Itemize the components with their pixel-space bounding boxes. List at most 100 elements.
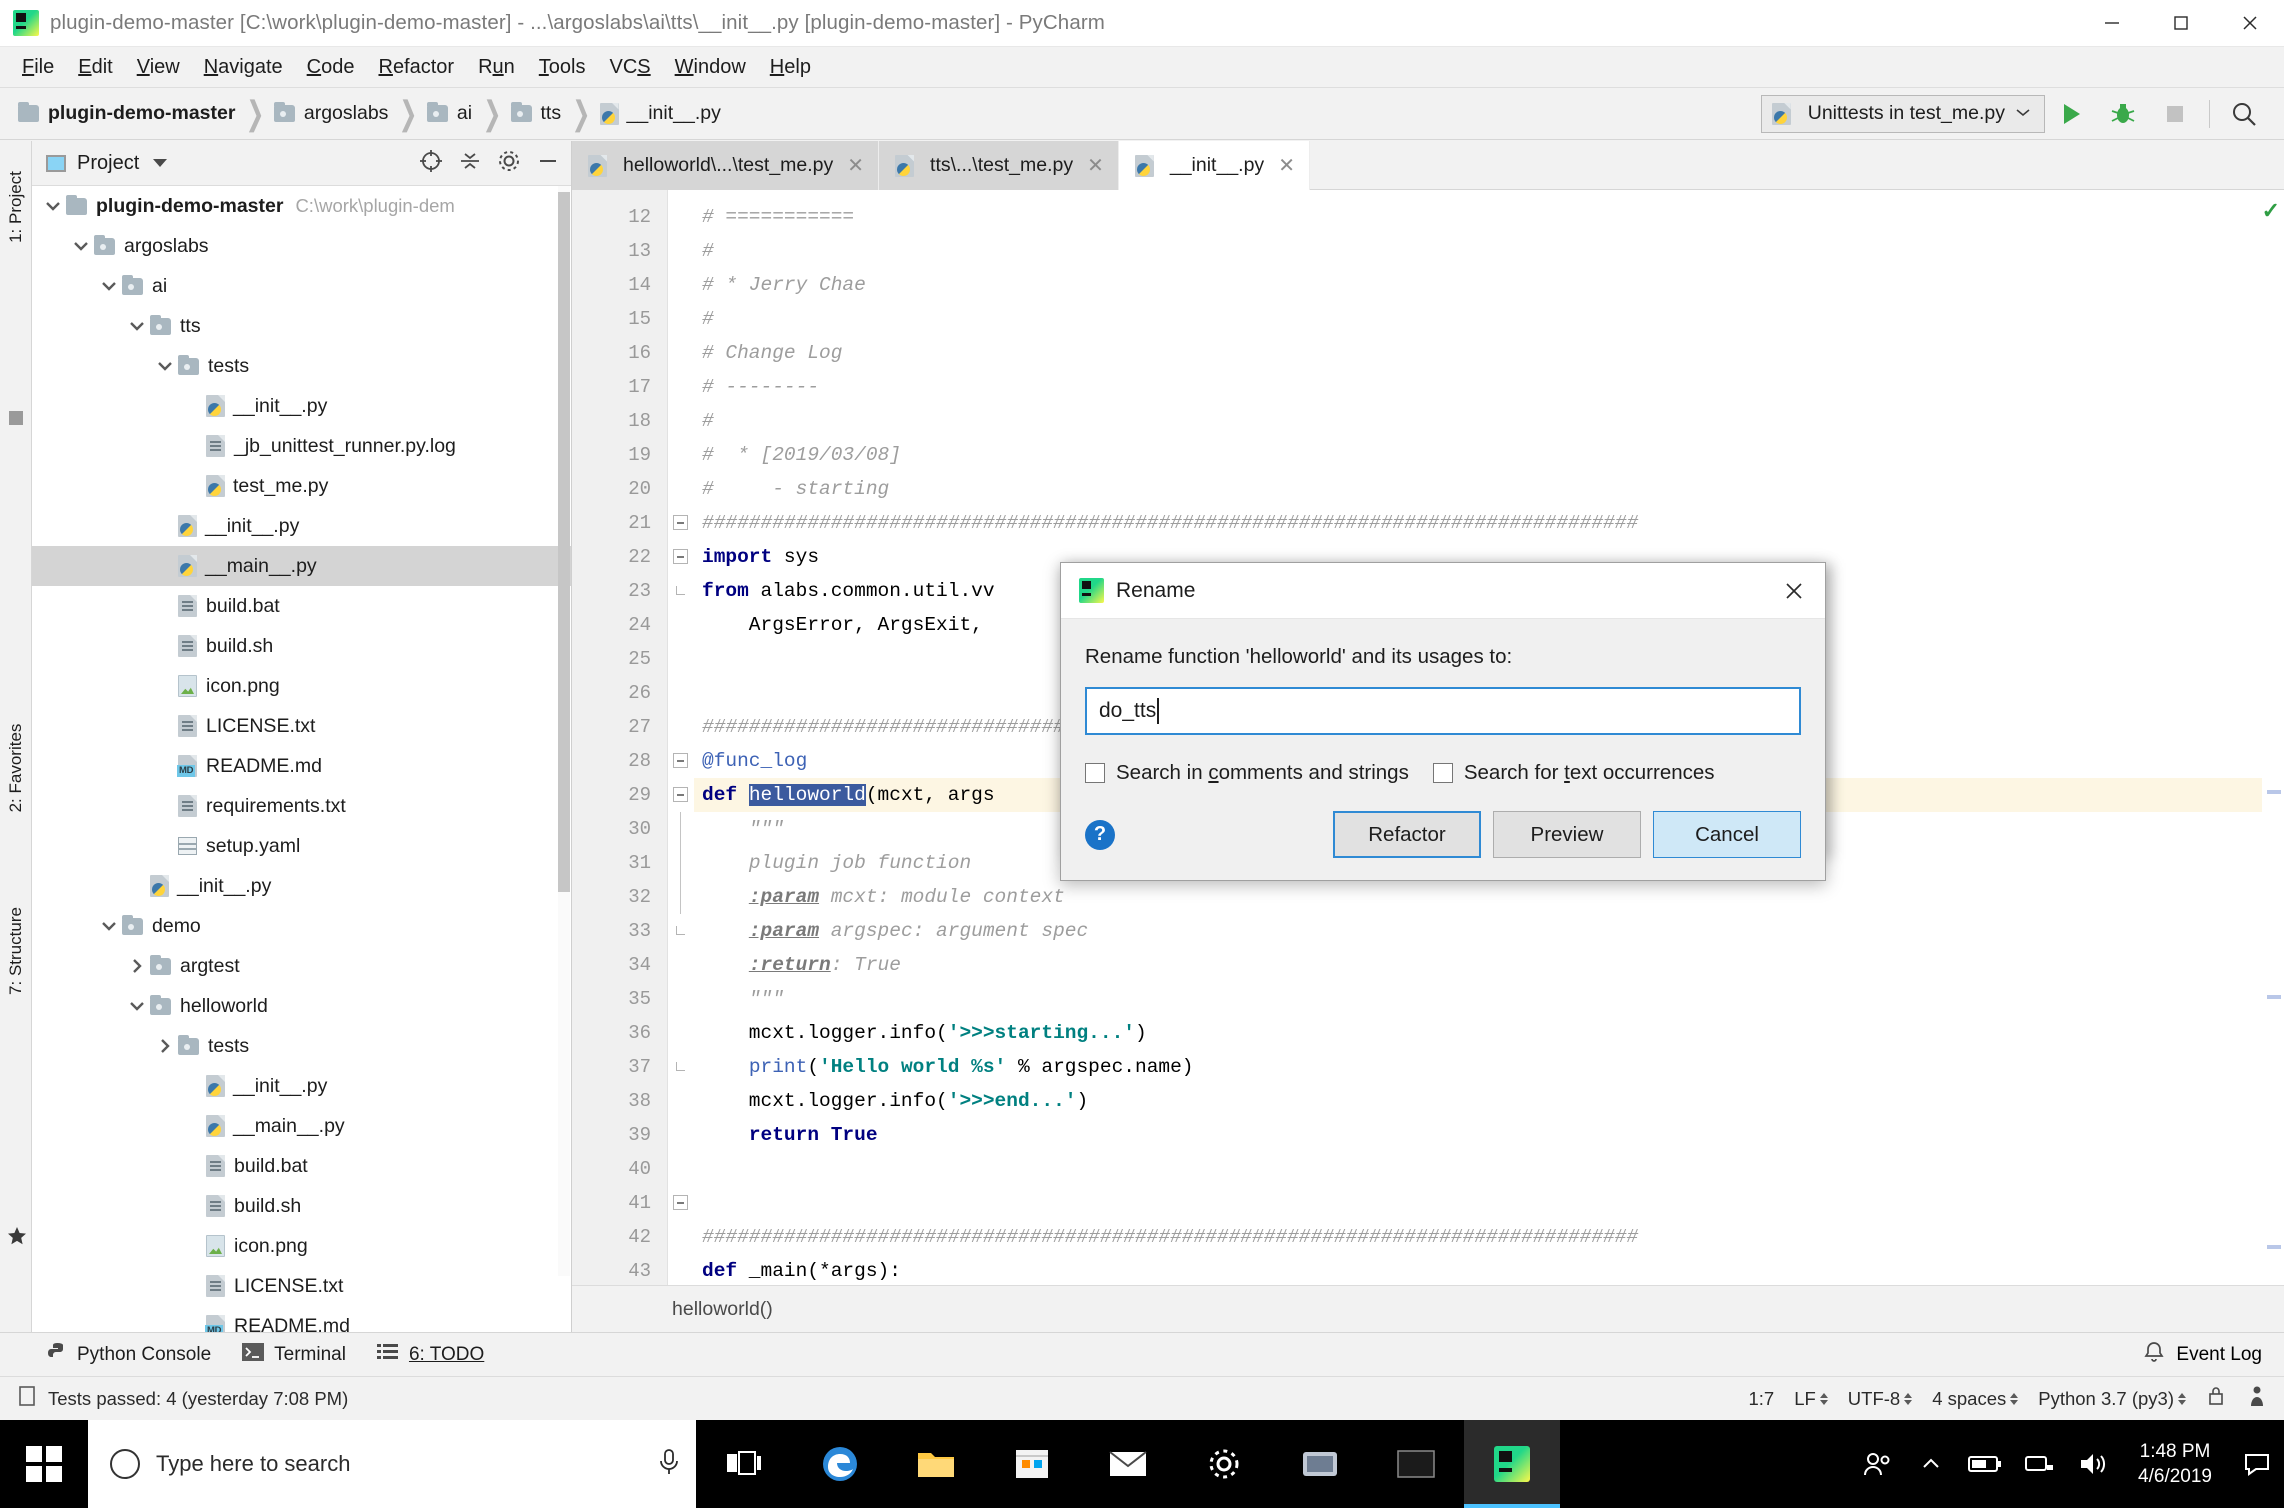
- code-line[interactable]: def _main(*args):: [694, 1254, 2284, 1285]
- tree-row[interactable]: test_me.py: [32, 466, 571, 506]
- menu-file[interactable]: File: [10, 53, 66, 82]
- refactor-button[interactable]: Refactor: [1333, 811, 1481, 858]
- editor-scrollbar[interactable]: ✓: [2262, 190, 2284, 1285]
- line-separator-selector[interactable]: LF: [1794, 1388, 1828, 1410]
- tree-row[interactable]: __init__.py: [32, 386, 571, 426]
- event-log-area[interactable]: Event Log: [2142, 1340, 2284, 1369]
- inspector-icon[interactable]: [2246, 1384, 2268, 1413]
- code-line[interactable]: # Change Log: [694, 336, 2284, 370]
- close-button[interactable]: [2215, 0, 2284, 47]
- help-button[interactable]: ?: [1085, 819, 1115, 850]
- fold-toggle-icon[interactable]: [673, 787, 688, 802]
- menu-window[interactable]: Window: [663, 53, 758, 82]
- tree-row[interactable]: tts: [32, 306, 571, 346]
- tree-row[interactable]: setup.yaml: [32, 826, 571, 866]
- action-center-icon[interactable]: [2230, 1420, 2284, 1508]
- tree-row[interactable]: icon.png: [32, 666, 571, 706]
- rename-input[interactable]: do_tts: [1085, 687, 1801, 735]
- editor-tab[interactable]: __init__.py ✕: [1118, 141, 1310, 190]
- tool-todo[interactable]: 6: TODO: [376, 1341, 484, 1369]
- settings-icon[interactable]: [1176, 1420, 1272, 1508]
- tree-row[interactable]: argoslabs: [32, 226, 571, 266]
- console-icon[interactable]: [1368, 1420, 1464, 1508]
- code-line[interactable]: :return: True: [694, 948, 2284, 982]
- chevron-down-icon[interactable]: [153, 159, 168, 167]
- code-line[interactable]: # ===========: [694, 200, 2284, 234]
- tree-row[interactable]: __init__.py: [32, 1066, 571, 1106]
- code-line[interactable]: # * [2019/03/08]: [694, 438, 2284, 472]
- code-line[interactable]: ########################################…: [694, 506, 2284, 540]
- app-icon[interactable]: [1272, 1420, 1368, 1508]
- tree-row[interactable]: __main__.py: [32, 1106, 571, 1146]
- tree-row[interactable]: MD README.md: [32, 1306, 571, 1333]
- menu-navigate[interactable]: Navigate: [192, 53, 295, 82]
- interpreter-selector[interactable]: Python 3.7 (py3): [2038, 1388, 2186, 1410]
- rail-project-button[interactable]: 1: Project: [6, 171, 26, 243]
- tree-twisty-icon[interactable]: [152, 359, 178, 373]
- menu-vcs[interactable]: VCS: [598, 53, 663, 82]
- search-input[interactable]: Type here to search: [156, 1451, 640, 1477]
- tree-row[interactable]: MD README.md: [32, 746, 571, 786]
- code-line[interactable]: [694, 1186, 2284, 1220]
- menu-refactor[interactable]: Refactor: [366, 53, 466, 82]
- tree-row[interactable]: build.bat: [32, 586, 571, 626]
- code-line[interactable]: # * Jerry Chae: [694, 268, 2284, 302]
- cancel-button[interactable]: Cancel: [1653, 811, 1801, 858]
- battery-icon[interactable]: [1958, 1420, 2012, 1508]
- people-icon[interactable]: [1850, 1420, 1904, 1508]
- fold-toggle-icon[interactable]: [673, 515, 688, 530]
- preview-button[interactable]: Preview: [1493, 811, 1641, 858]
- run-configuration-selector[interactable]: Unittests in test_me.py: [1760, 94, 2045, 133]
- search-in-comments-checkbox[interactable]: Search in comments and strings: [1085, 761, 1409, 785]
- tree-row[interactable]: plugin-demo-master C:\work\plugin-dem: [32, 186, 571, 226]
- dialog-close-button[interactable]: [1763, 563, 1825, 619]
- editor-tab[interactable]: helloworld\...\test_me.py ✕: [572, 141, 880, 190]
- code-line[interactable]: #: [694, 302, 2284, 336]
- code-line[interactable]: ########################################…: [694, 1220, 2284, 1254]
- locate-target-icon[interactable]: [418, 148, 444, 179]
- tool-python-console[interactable]: Python Console: [46, 1341, 211, 1369]
- rail-structure-button[interactable]: 7: Structure: [6, 907, 26, 995]
- code-line[interactable]: return True: [694, 1118, 2284, 1152]
- windows-start-icon[interactable]: [0, 1420, 88, 1508]
- project-scrollbar[interactable]: [558, 186, 570, 1276]
- tree-row[interactable]: __init__.py: [32, 506, 571, 546]
- fold-toggle-icon[interactable]: [673, 1195, 688, 1210]
- fold-toggle-icon[interactable]: [673, 753, 688, 768]
- tree-row[interactable]: tests: [32, 1026, 571, 1066]
- menu-code[interactable]: Code: [295, 53, 367, 82]
- code-line[interactable]: # - starting: [694, 472, 2284, 506]
- pycharm-taskbar-icon[interactable]: [1464, 1420, 1560, 1508]
- menu-tools[interactable]: Tools: [527, 53, 598, 82]
- breadcrumb-item-project[interactable]: plugin-demo-master: [18, 102, 235, 125]
- network-icon[interactable]: [2012, 1420, 2066, 1508]
- code-line[interactable]: # --------: [694, 370, 2284, 404]
- hide-icon[interactable]: [535, 148, 561, 179]
- code-line[interactable]: [694, 1152, 2284, 1186]
- code-line[interactable]: :param argspec: argument spec: [694, 914, 2284, 948]
- minimize-button[interactable]: [2077, 0, 2146, 47]
- breadcrumb-item-tts[interactable]: tts: [510, 102, 561, 125]
- breadcrumb-item-ai[interactable]: ai: [426, 102, 472, 125]
- close-icon[interactable]: ✕: [1278, 153, 1295, 178]
- chevron-up-icon[interactable]: [1904, 1420, 1958, 1508]
- tree-row[interactable]: LICENSE.txt: [32, 706, 571, 746]
- tree-row[interactable]: __main__.py: [32, 546, 571, 586]
- breadcrumb-item-argoslabs[interactable]: argoslabs: [273, 102, 388, 125]
- task-view-icon[interactable]: [696, 1420, 792, 1508]
- code-line[interactable]: mcxt.logger.info('>>>starting...'): [694, 1016, 2284, 1050]
- file-explorer-icon[interactable]: [888, 1420, 984, 1508]
- code-line[interactable]: #: [694, 234, 2284, 268]
- close-icon[interactable]: ✕: [847, 153, 864, 178]
- breadcrumb-item-file[interactable]: __init__.py: [599, 102, 721, 125]
- tool-terminal[interactable]: Terminal: [241, 1341, 346, 1369]
- menu-run[interactable]: Run: [466, 53, 527, 82]
- fold-toggle-icon[interactable]: [673, 549, 688, 564]
- taskbar-clock[interactable]: 1:48 PM 4/6/2019: [2120, 1439, 2230, 1489]
- menu-edit[interactable]: Edit: [66, 53, 124, 82]
- tree-twisty-icon[interactable]: [152, 1037, 178, 1055]
- tree-row[interactable]: build.sh: [32, 626, 571, 666]
- encoding-selector[interactable]: UTF-8: [1848, 1388, 1913, 1410]
- gear-icon[interactable]: [496, 148, 522, 179]
- project-tree[interactable]: plugin-demo-master C:\work\plugin-dem argo…: [32, 186, 571, 1333]
